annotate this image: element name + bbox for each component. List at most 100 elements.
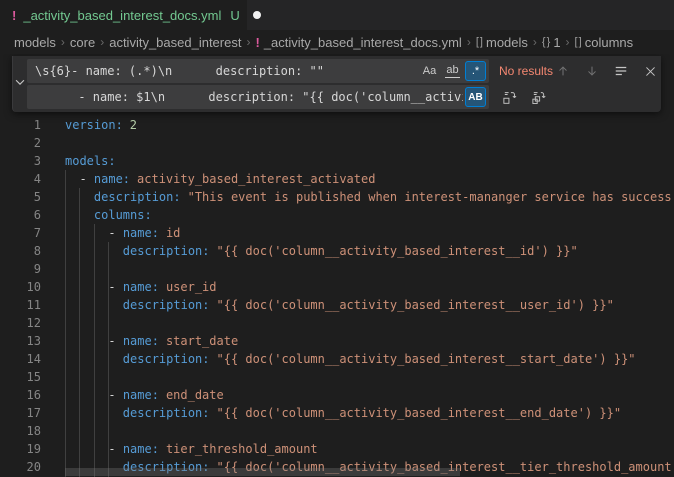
code-token-indent (65, 280, 108, 294)
horizontal-scrollbar-slider[interactable] (65, 468, 460, 476)
code-token-value: start_date (166, 334, 238, 348)
breadcrumb-label: activity_based_interest (109, 35, 241, 50)
line-number: 16 (0, 386, 41, 404)
find-input[interactable]: \s{6}- name: (.*)\n description: "" Aa a… (27, 59, 489, 83)
line-number: 19 (0, 440, 41, 458)
modified-indicator-dot[interactable] (253, 11, 261, 19)
match-case-button[interactable]: Aa (419, 61, 440, 81)
regex-button[interactable]: .* (465, 61, 486, 81)
find-results-status: No results (499, 64, 553, 78)
breadcrumb-item[interactable]: { }1 (542, 35, 561, 50)
toggle-replace-button[interactable] (13, 56, 27, 112)
line-number: 9 (0, 260, 41, 278)
code-token-value: tier_threshold_amount (166, 442, 318, 456)
line-number: 5 (0, 188, 41, 206)
code-line[interactable]: 7 - name:id (0, 224, 674, 242)
code-line[interactable]: 8 description:"{{ doc('column__activity_… (0, 242, 674, 260)
close-icon[interactable] (640, 61, 660, 81)
symbol-array-icon: [ ] (575, 36, 581, 48)
code-token-indent (65, 442, 108, 456)
code-line[interactable]: 1version:2 (0, 116, 674, 134)
code-token-key: name: (94, 172, 130, 186)
code-text: - name:user_id (41, 278, 217, 296)
breadcrumb-item[interactable]: activity_based_interest (109, 35, 241, 50)
breadcrumb-separator: › (100, 35, 104, 49)
code-text: description:"This event is published whe… (41, 188, 672, 206)
find-row: \s{6}- name: (.*)\n description: "" Aa a… (27, 59, 664, 83)
code-text (41, 422, 65, 440)
code-text (41, 314, 65, 332)
indent-guide (79, 188, 80, 477)
line-number: 4 (0, 170, 41, 188)
next-match-button[interactable] (582, 61, 602, 81)
code-line[interactable]: 9 (0, 260, 674, 278)
code-text: description:"{{ doc('column__activity_ba… (41, 296, 614, 314)
code-area: 1version:223 models: 4 - name:activity_bas… (0, 54, 674, 476)
horizontal-scrollbar[interactable] (0, 467, 674, 477)
tab-bar: ! _activity_based_interest_docs.yml U (0, 0, 674, 30)
code-token-value: id (166, 226, 180, 240)
indent-guide (65, 170, 66, 477)
code-line[interactable]: 13 - name:start_date (0, 332, 674, 350)
code-line[interactable]: 10 - name:user_id (0, 278, 674, 296)
code-line[interactable]: 14 description:"{{ doc('column__activity… (0, 350, 674, 368)
code-token-value: "{{ doc('column__activity_based_interest… (217, 244, 578, 258)
replace-all-icon[interactable] (528, 87, 548, 107)
code-line[interactable]: 2 (0, 134, 674, 152)
breadcrumb-item[interactable]: [ ]models (476, 35, 528, 50)
replace-input-value: - name: $1\n description: "{{ doc('colum… (35, 90, 463, 104)
code-line[interactable]: 11 description:"{{ doc('column__activity… (0, 296, 674, 314)
code-text: columns: (41, 206, 152, 224)
code-text: description:"{{ doc('column__activity_ba… (41, 404, 621, 422)
code-text (41, 368, 65, 386)
indent-guide (108, 242, 109, 477)
replace-icon[interactable] (499, 87, 519, 107)
code-line[interactable]: 6 columns: (0, 206, 674, 224)
code-line[interactable]: 12 (0, 314, 674, 332)
code-token-value: "{{ doc('column__activity_based_interest… (217, 406, 622, 420)
line-number: 7 (0, 224, 41, 242)
breadcrumb-label: core (70, 35, 95, 50)
preserve-case-button[interactable]: AB (465, 87, 486, 107)
find-in-selection-icon[interactable] (611, 61, 631, 81)
code-line[interactable]: 3 models: (0, 152, 674, 170)
find-nav-group (553, 61, 664, 81)
code-token-key: description: (123, 298, 210, 312)
code-text (41, 134, 65, 152)
code-line[interactable]: 5 description:"This event is published w… (0, 188, 674, 206)
code-token-dash: - (108, 226, 122, 240)
tab-active-file[interactable]: ! _activity_based_interest_docs.yml U (0, 0, 247, 30)
breadcrumb-item[interactable]: core (70, 35, 95, 50)
tab-title: _activity_based_interest_docs.yml (23, 8, 221, 23)
code-text: - name:tier_threshold_amount (41, 440, 318, 458)
git-status-badge: U (230, 8, 239, 23)
line-number: 18 (0, 422, 41, 440)
line-number: 17 (0, 404, 41, 422)
line-number: 6 (0, 206, 41, 224)
editor[interactable]: 1version:223 models: 4 - name:activity_bas… (0, 54, 674, 477)
code-line[interactable]: 18 (0, 422, 674, 440)
whole-word-glyph: ab (445, 64, 459, 77)
line-number: 14 (0, 350, 41, 368)
breadcrumb-item[interactable]: [ ]columns (575, 35, 634, 50)
yaml-file-icon: ! (12, 8, 16, 23)
breadcrumb-item[interactable]: models (14, 35, 56, 50)
code-line[interactable]: 17 description:"{{ doc('column__activity… (0, 404, 674, 422)
line-number: 3 (0, 152, 41, 170)
vscode-window: ! _activity_based_interest_docs.yml U mo… (0, 0, 674, 477)
code-token-key: name: (123, 334, 159, 348)
replace-input[interactable]: - name: $1\n description: "{{ doc('colum… (27, 85, 489, 109)
code-line[interactable]: 15 (0, 368, 674, 386)
code-line[interactable]: 19 - name:tier_threshold_amount (0, 440, 674, 458)
code-line[interactable]: 16 - name:end_date (0, 386, 674, 404)
code-token-key: description: (94, 190, 181, 204)
previous-match-button[interactable] (553, 61, 573, 81)
breadcrumb-separator: › (246, 35, 250, 49)
code-token-key: models: (65, 154, 116, 168)
breadcrumb-item[interactable]: !_activity_based_interest_docs.yml (255, 35, 461, 50)
find-widget-rows: \s{6}- name: (.*)\n description: "" Aa a… (27, 56, 670, 112)
whole-word-button[interactable]: ab (442, 61, 463, 81)
code-text: - name:end_date (41, 386, 224, 404)
code-line[interactable]: 4 - name:activity_based_interest_activat… (0, 170, 674, 188)
code-text: - name:activity_based_interest_activated (41, 170, 375, 188)
